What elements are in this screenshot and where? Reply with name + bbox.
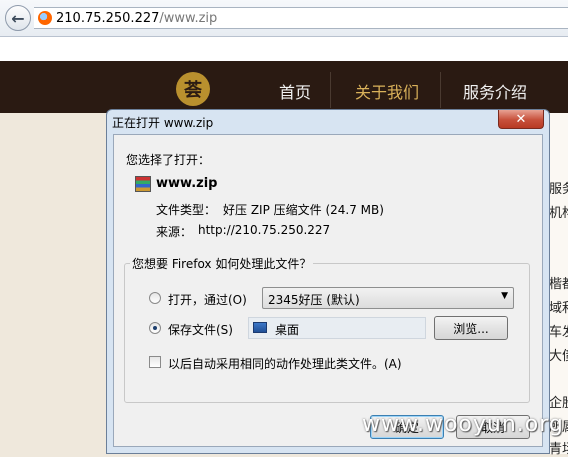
page-text-snippet: 车发	[549, 325, 568, 340]
group-title: 您想要 Firefox 如何处理此文件？	[130, 255, 314, 272]
archive-file-icon	[135, 176, 151, 192]
open-with-radio[interactable]	[149, 292, 161, 304]
page-text-snippet: 服务	[549, 182, 568, 197]
source-value: http://210.75.250.227	[198, 223, 331, 237]
file-type-value: 好压 ZIP 压缩文件 (24.7 MB)	[223, 203, 384, 217]
dialog-body: 您选择了打开： www.zip 文件类型： 好压 ZIP 压缩文件 (24.7 …	[113, 134, 543, 447]
source-label: 来源：	[156, 225, 193, 239]
page-text-snippet: 大债	[549, 349, 568, 364]
page-top-strip	[0, 37, 568, 61]
auto-action-label[interactable]: 以后自动采用相同的动作处理此类文件。(A)	[168, 355, 402, 372]
open-with-label[interactable]: 打开，通过(O)	[168, 291, 247, 308]
desktop-icon	[253, 322, 267, 333]
dialog-titlebar[interactable]: 正在打开 www.zip ✕	[107, 110, 549, 134]
chevron-down-icon: ▼	[501, 291, 508, 301]
address-bar[interactable]: 210.75.250.227/www.zip	[34, 7, 568, 29]
site-identity-icon[interactable]	[38, 11, 52, 25]
nav-item-services[interactable]: 服务介绍	[463, 79, 527, 103]
open-with-select-value: 2345好压 (默认)	[268, 293, 360, 307]
browser-toolbar: ← 210.75.250.227/www.zip	[0, 0, 568, 37]
nav-divider	[440, 72, 441, 108]
url-path: /www.zip	[159, 10, 218, 26]
open-with-select[interactable]: 2345好压 (默认) ▼	[262, 287, 514, 309]
intro-label: 您选择了打开：	[126, 153, 211, 167]
browse-button[interactable]: 浏览...	[434, 316, 508, 340]
file-type-label: 文件类型：	[156, 203, 217, 217]
page-text-snippet: 青场	[549, 442, 568, 457]
nav-item-home[interactable]: 首页	[279, 79, 311, 103]
page-text-snippet: 机构	[549, 206, 568, 221]
url-host: 210.75.250.227	[56, 10, 160, 26]
back-arrow-icon[interactable]: ←	[5, 5, 31, 31]
watermark: www.wooyun.org	[362, 412, 564, 437]
page-text-snippet: 域和	[549, 301, 568, 316]
page-text-snippet: 楷都	[549, 277, 568, 292]
page-text-snippet: 企股	[549, 396, 568, 411]
nav-divider	[330, 72, 331, 108]
save-folder-field: 桌面	[248, 317, 426, 339]
save-file-radio[interactable]	[149, 322, 161, 334]
download-dialog: 正在打开 www.zip ✕ 您选择了打开： www.zip 文件类型： 好压 …	[106, 109, 550, 454]
site-logo[interactable]: 荟	[176, 72, 210, 106]
nav-item-about[interactable]: 关于我们	[355, 79, 419, 103]
close-icon[interactable]: ✕	[498, 110, 544, 129]
save-file-label[interactable]: 保存文件(S)	[168, 321, 233, 338]
file-name: www.zip	[156, 176, 218, 191]
auto-action-checkbox[interactable]	[149, 356, 161, 368]
save-folder-value: 桌面	[275, 323, 300, 337]
dialog-title: 正在打开 www.zip	[112, 116, 214, 130]
